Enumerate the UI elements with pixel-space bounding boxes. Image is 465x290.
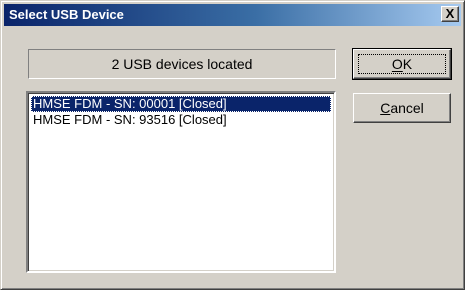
ok-button[interactable]: OK — [352, 48, 452, 80]
close-button[interactable]: X — [441, 6, 459, 22]
title-bar[interactable]: Select USB Device X — [4, 4, 461, 26]
close-icon: X — [445, 6, 455, 21]
list-item-device-93516[interactable]: HMSE FDM - SN: 93516 [Closed] — [31, 112, 231, 128]
dialog-title: Select USB Device — [9, 7, 124, 22]
focus-rectangle — [358, 54, 446, 74]
cancel-button-label: Cancel — [380, 100, 424, 116]
list-item-device-00001[interactable]: HMSE FDM - SN: 00001 [Closed] — [31, 96, 331, 112]
device-count-status: 2 USB devices located — [28, 49, 336, 79]
cancel-button[interactable]: Cancel — [353, 93, 451, 123]
usb-device-list[interactable]: HMSE FDM - SN: 00001 [Closed] HMSE FDM -… — [26, 91, 336, 273]
select-usb-device-dialog: Select USB Device X 2 USB devices locate… — [0, 0, 465, 290]
